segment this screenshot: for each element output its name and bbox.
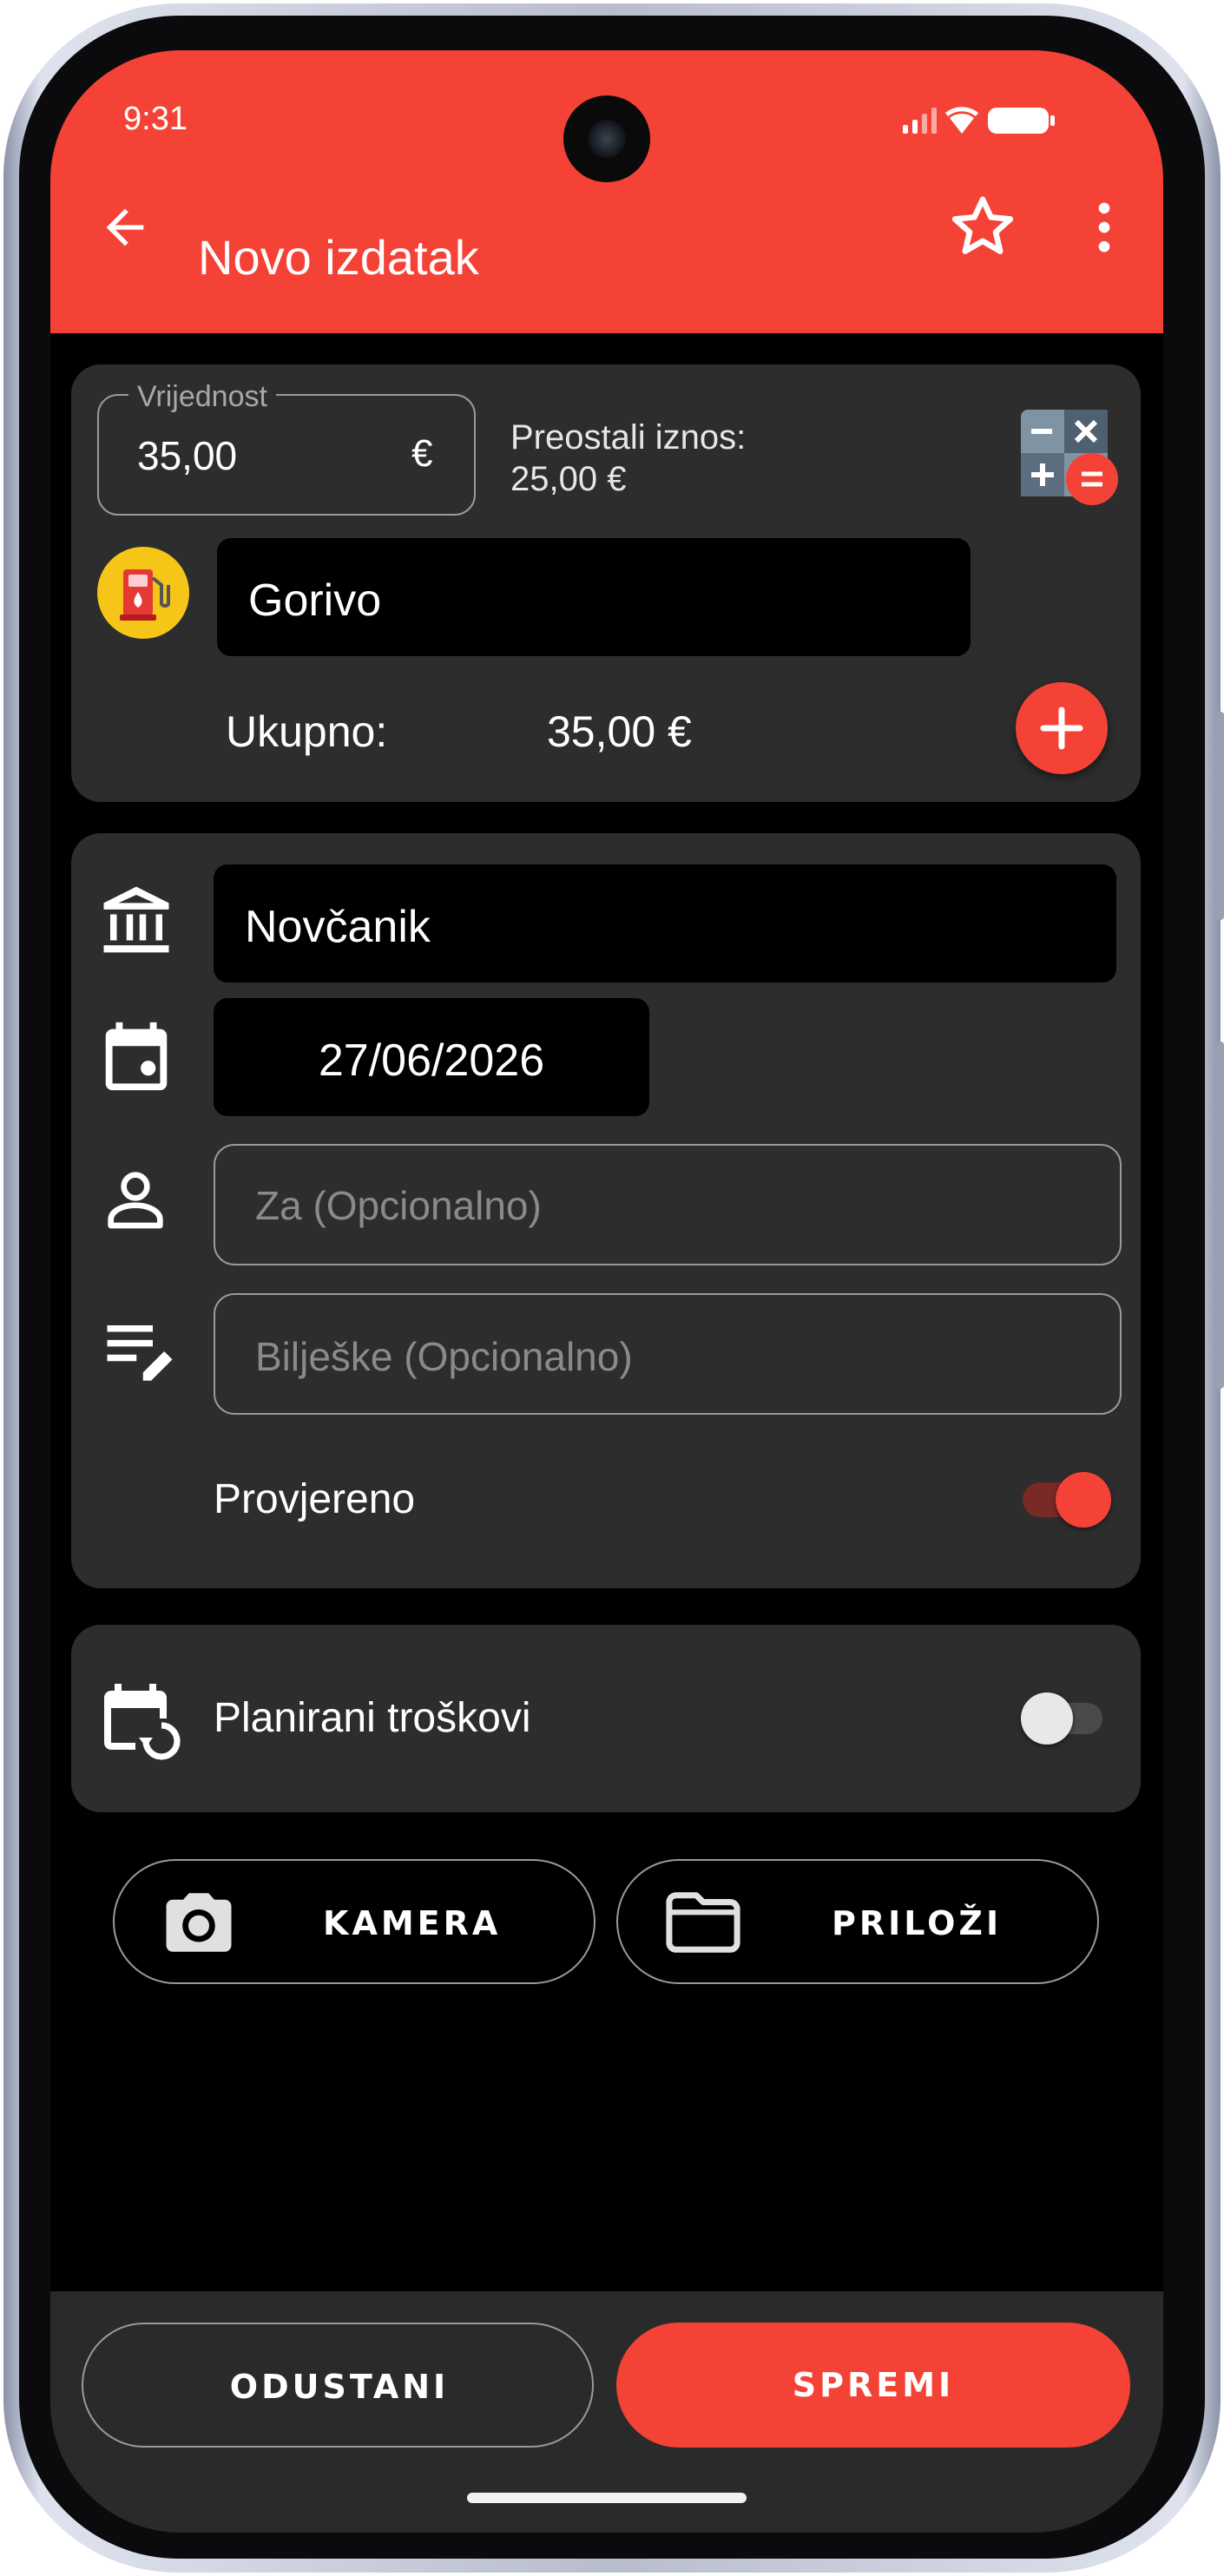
calendar-icon: [105, 1022, 168, 1091]
camera-icon: [166, 1893, 232, 1952]
payee-placeholder: Za (Opcionalno): [255, 1183, 542, 1228]
wifi-icon: [945, 107, 978, 134]
remaining-value: 25,00 €: [510, 460, 627, 498]
status-time: 9:31: [123, 101, 188, 137]
amount-card: Vrijednost 35,00 € Preostali iznos: 25,0…: [71, 365, 1141, 802]
home-indicator[interactable]: [467, 2493, 747, 2503]
notes-edit-icon: [107, 1325, 173, 1381]
person-icon: [108, 1172, 163, 1229]
date-value: 27/06/2026: [318, 1035, 545, 1086]
add-split-button[interactable]: [1016, 682, 1108, 774]
verified-label: Provjereno: [214, 1476, 416, 1522]
remaining-label: Preostali iznos:: [510, 418, 747, 457]
status-icons: [903, 107, 1055, 134]
power-button: [1215, 1042, 1224, 1389]
notes-placeholder: Bilješke (Opcionalno): [255, 1334, 633, 1379]
planned-switch[interactable]: [1021, 1692, 1102, 1745]
amount-value: 35,00: [137, 433, 238, 478]
save-button[interactable]: SPREMI: [616, 2323, 1130, 2448]
verified-switch[interactable]: [1023, 1472, 1111, 1528]
save-label: SPREMI: [792, 2366, 955, 2404]
attach-label: PRILOŽI: [832, 1904, 1003, 1942]
calendar-repeat-icon: [104, 1684, 181, 1760]
amount-label: Vrijednost: [128, 380, 276, 414]
calculator-icon[interactable]: [1019, 408, 1120, 509]
bottom-action-bar: ODUSTANI SPREMI: [50, 2291, 1163, 2533]
category-name: Gorivo: [248, 575, 382, 626]
plus-icon: [1040, 706, 1083, 750]
currency-symbol: €: [411, 432, 433, 475]
more-vert-icon[interactable]: [1071, 194, 1137, 260]
volume-button: [1215, 712, 1224, 920]
fuel-pump-icon[interactable]: [97, 547, 189, 639]
cancel-button[interactable]: ODUSTANI: [82, 2323, 594, 2448]
front-camera: [563, 95, 650, 182]
camera-label: KAMERA: [323, 1904, 502, 1942]
planned-label: Planirani troškovi: [214, 1695, 531, 1741]
folder-icon: [666, 1892, 740, 1953]
page-title: Novo izdatak: [198, 230, 479, 285]
back-arrow-icon[interactable]: [97, 200, 153, 255]
switch-thumb: [1021, 1692, 1073, 1745]
details-card: Novčanik 27/06/2026 Za (Opcionalno) Bilj…: [71, 833, 1141, 1588]
signal-icon: [903, 108, 937, 134]
screen: 9:31 Novo izdatak Vrijednost 35,00 € Pre…: [50, 50, 1163, 2533]
bank-icon: [103, 886, 169, 953]
switch-thumb: [1056, 1472, 1111, 1528]
attach-button[interactable]: PRILOŽI: [616, 1859, 1099, 1984]
battery-icon: [988, 108, 1055, 134]
total-label: Ukupno:: [226, 707, 388, 756]
account-name: Novčanik: [245, 902, 431, 952]
app-bar: 9:31 Novo izdatak: [50, 50, 1163, 333]
planned-card: Planirani troškovi: [71, 1625, 1141, 1812]
total-value: 35,00 €: [547, 707, 692, 756]
camera-button[interactable]: KAMERA: [113, 1859, 596, 1984]
cancel-label: ODUSTANI: [229, 2368, 450, 2406]
star-icon[interactable]: [944, 189, 1021, 266]
